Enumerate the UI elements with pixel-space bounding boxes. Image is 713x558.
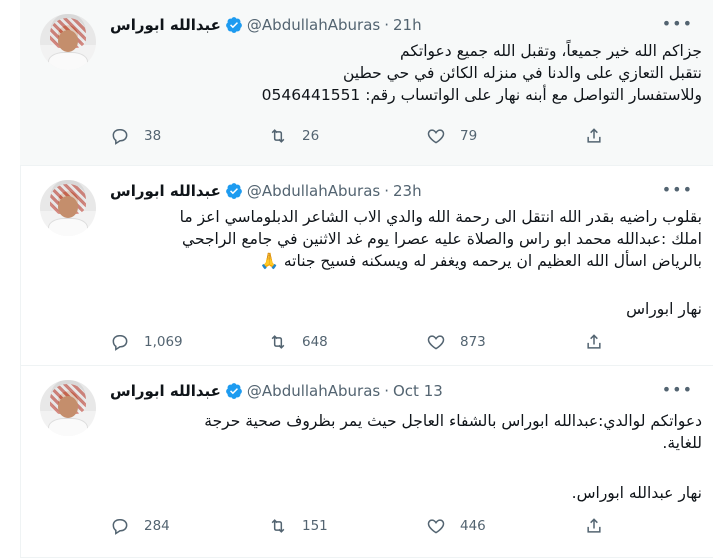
share-icon (587, 334, 601, 349)
tweet-line: بقلوب راضيه بقدر الله انتقل الى رحمة الل… (179, 208, 702, 226)
timestamp[interactable]: Oct 13 (393, 382, 443, 400)
retweet-button[interactable]: 151 (268, 516, 426, 536)
reply-count: 38 (144, 128, 162, 144)
like-button[interactable]: 79 (426, 126, 584, 146)
reply-button[interactable]: 1,069 (110, 332, 268, 352)
retweet-button[interactable]: 648 (268, 332, 426, 352)
reply-count: 284 (144, 518, 170, 534)
avatar[interactable] (40, 14, 96, 70)
more-icon[interactable]: ••• (662, 380, 693, 399)
avatar[interactable] (40, 380, 96, 436)
tweet-header: عبدالله ابوراس @AbdullahAburas · 21h ••• (110, 14, 693, 36)
timestamp[interactable]: 21h (393, 16, 422, 34)
share-icon (587, 128, 601, 143)
share-button[interactable] (584, 126, 624, 146)
separator: · (384, 16, 389, 34)
tweet-actions: 1,069 648 873 (110, 330, 630, 354)
tweet-actions: 38 26 79 (110, 124, 630, 148)
share-icon (587, 518, 601, 533)
author-name[interactable]: عبدالله ابوراس (110, 382, 221, 400)
tweet-text: بقلوب راضيه بقدر الله انتقل الى رحمة الل… (110, 206, 702, 272)
separator: · (384, 182, 389, 200)
reply-icon (112, 129, 128, 145)
share-button[interactable] (584, 332, 624, 352)
share-button[interactable] (584, 516, 624, 536)
tweet-header: عبدالله ابوراس @AbdullahAburas · 23h ••• (110, 180, 693, 202)
author-name[interactable]: عبدالله ابوراس (110, 16, 221, 34)
tweet-line: للغاية. (662, 434, 702, 452)
tweet-2[interactable]: عبدالله ابوراس @AbdullahAburas · 23h •••… (20, 166, 713, 366)
author-name[interactable]: عبدالله ابوراس (110, 182, 221, 200)
tweet-1[interactable]: عبدالله ابوراس @AbdullahAburas · 21h •••… (20, 0, 713, 166)
verified-badge-icon (226, 383, 242, 399)
more-icon[interactable]: ••• (662, 14, 693, 33)
retweet-icon (271, 335, 285, 349)
reply-button[interactable]: 38 (110, 126, 268, 146)
like-button[interactable]: 446 (426, 516, 584, 536)
like-count: 873 (460, 334, 486, 350)
retweet-icon (271, 129, 285, 143)
author-handle[interactable]: @AbdullahAburas (247, 16, 380, 34)
tweet-header: عبدالله ابوراس @AbdullahAburas · Oct 13 … (110, 380, 693, 402)
author-handle[interactable]: @AbdullahAburas (247, 182, 380, 200)
retweet-count: 26 (302, 128, 320, 144)
tweet-text: جزاكم الله خير جميعاً، وتقبل الله جميع د… (110, 40, 702, 106)
retweet-button[interactable]: 26 (268, 126, 426, 146)
verified-badge-icon (226, 183, 242, 199)
timestamp[interactable]: 23h (393, 182, 422, 200)
tweet-line: نتقبل التعازي على والدنا في منزله الكائن… (342, 64, 702, 82)
more-icon[interactable]: ••• (662, 180, 693, 199)
reply-count: 1,069 (144, 334, 183, 350)
tweet-text: دعواتكم لوالدي:عبدالله ابوراس بالشفاء ال… (110, 410, 702, 454)
author-handle[interactable]: @AbdullahAburas (247, 382, 380, 400)
reply-button[interactable]: 284 (110, 516, 268, 536)
avatar[interactable] (40, 180, 96, 236)
heart-icon (427, 129, 445, 144)
tweet-actions: 284 151 446 (110, 514, 630, 538)
like-count: 446 (460, 518, 486, 534)
reply-icon (112, 519, 128, 535)
tweet-3[interactable]: عبدالله ابوراس @AbdullahAburas · Oct 13 … (20, 366, 713, 558)
retweet-count: 648 (302, 334, 328, 350)
tweet-signature: نهار ابوراس (626, 300, 702, 318)
timeline-feed: عبدالله ابوراس @AbdullahAburas · 21h •••… (0, 0, 713, 558)
verified-badge-icon (226, 17, 242, 33)
tweet-line: املك :عبدالله محمد ابو راس والصلاة عليه … (182, 230, 702, 248)
reply-icon (112, 335, 128, 351)
like-button[interactable]: 873 (426, 332, 584, 352)
heart-icon (427, 519, 445, 534)
like-count: 79 (460, 128, 478, 144)
tweet-line: دعواتكم لوالدي:عبدالله ابوراس بالشفاء ال… (204, 412, 702, 430)
retweet-count: 151 (302, 518, 328, 534)
tweet-signature: نهار عبدالله ابوراس. (571, 484, 702, 502)
tweet-line: وللاستفسار التواصل مع أبنه نهار على الوا… (261, 86, 702, 104)
retweet-icon (271, 519, 285, 533)
separator: · (384, 382, 389, 400)
tweet-line: جزاكم الله خير جميعاً، وتقبل الله جميع د… (400, 42, 702, 60)
tweet-line: بالرياض اسأل الله العظيم ان يرحمه ويغفر … (259, 252, 702, 270)
heart-icon (427, 335, 445, 350)
